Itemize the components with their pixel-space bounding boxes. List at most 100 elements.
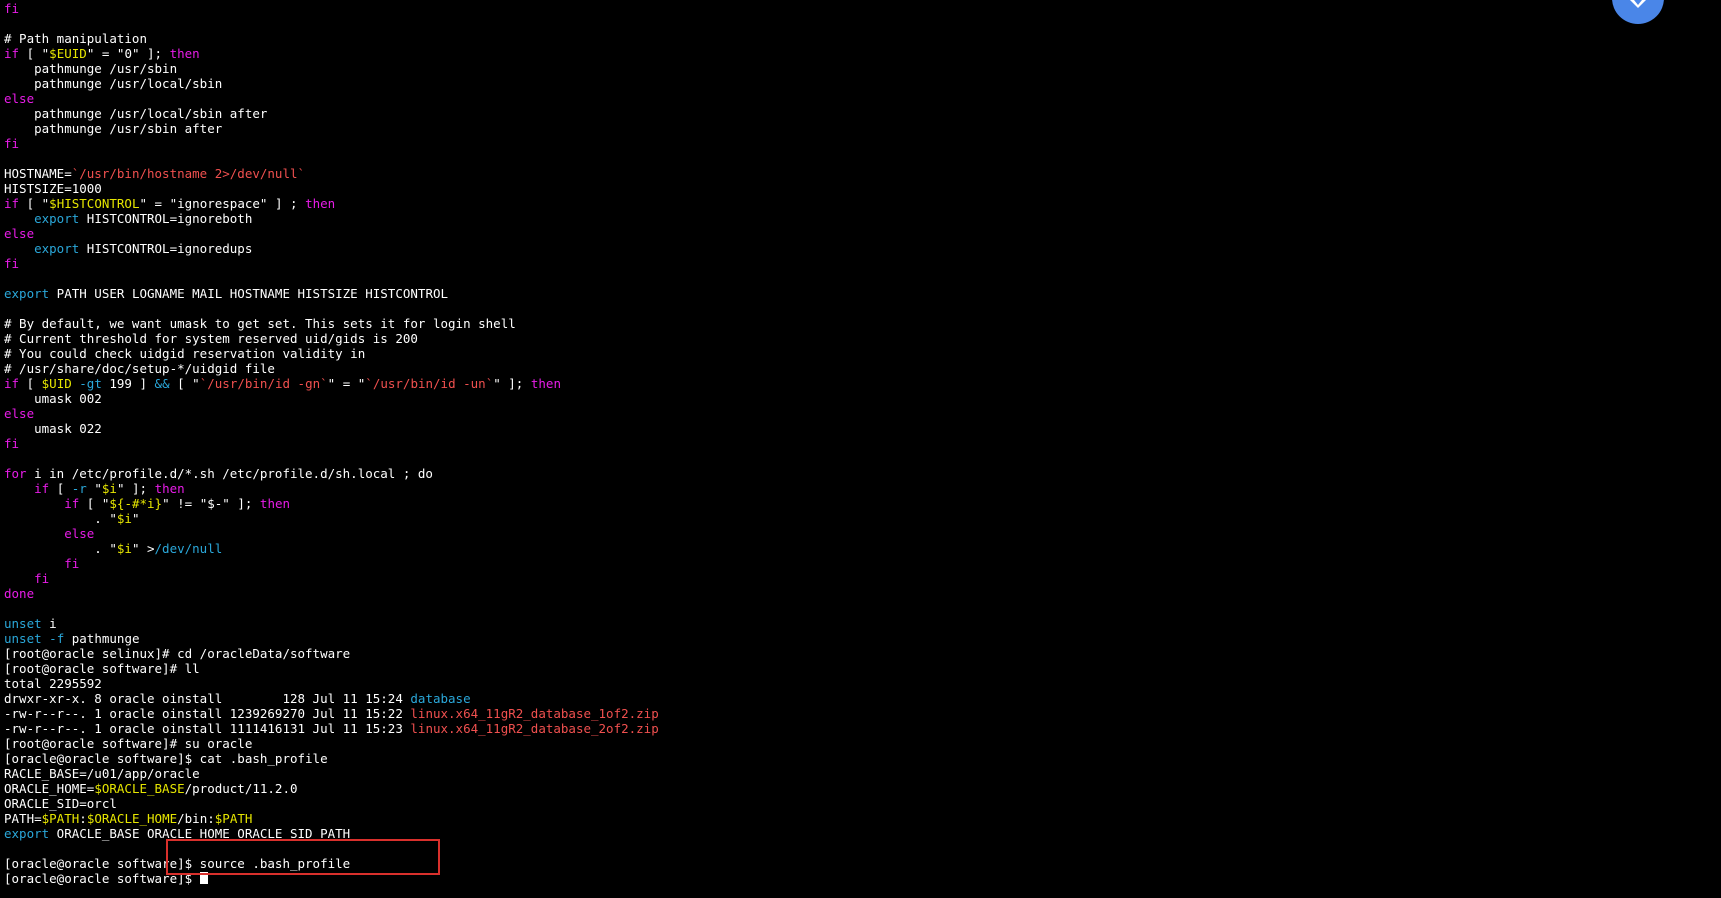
terminal-text-segment: " bbox=[131, 511, 140, 526]
terminal-text-segment: export bbox=[4, 826, 50, 841]
terminal-line: [oracle@oracle software]$ cat .bash_prof… bbox=[4, 751, 1704, 766]
terminal-line: done bbox=[4, 586, 1704, 601]
terminal-text-segment: [ " bbox=[19, 46, 50, 61]
terminal-text-segment: linux.x64_11gR2_database_1of2.zip bbox=[410, 706, 659, 721]
terminal-text-segment: 199 ] bbox=[101, 376, 155, 391]
terminal-text-segment: done bbox=[4, 586, 35, 601]
terminal-text-segment: else bbox=[64, 526, 95, 541]
terminal-text-segment: fi bbox=[4, 136, 20, 151]
terminal-text-segment: pathmunge /usr/local/sbin bbox=[4, 76, 223, 91]
terminal-text-segment: fi bbox=[34, 571, 50, 586]
terminal-line: pathmunge /usr/sbin after bbox=[4, 121, 1704, 136]
terminal-text-segment: umask 002 bbox=[4, 391, 102, 406]
terminal-text-segment: unset bbox=[4, 631, 42, 646]
terminal-text-segment: HOSTNAME= bbox=[4, 166, 72, 181]
terminal-text-segment: " = " bbox=[327, 376, 366, 391]
terminal-text-segment: if bbox=[4, 46, 20, 61]
terminal-text-segment: i in /etc/profile.d/*.sh /etc/profile.d/… bbox=[26, 466, 433, 481]
terminal-text-segment: else bbox=[4, 406, 35, 421]
terminal-text-segment: [ " bbox=[169, 376, 200, 391]
terminal-line: export HISTCONTROL=ignoredups bbox=[4, 241, 1704, 256]
terminal-line: if [ "${-#*i}" != "$-" ]; then bbox=[4, 496, 1704, 511]
terminal-text-segment: " > bbox=[131, 541, 155, 556]
terminal-text-segment: -f bbox=[49, 631, 65, 646]
terminal-line: RACLE_BASE=/u01/app/oracle bbox=[4, 766, 1704, 781]
terminal-text-segment: $ORACLE_HOME bbox=[86, 811, 178, 826]
terminal-line: HOSTNAME=`/usr/bin/hostname 2>/dev/null` bbox=[4, 166, 1704, 181]
terminal-text-segment: pathmunge /usr/sbin after bbox=[4, 121, 223, 136]
terminal-text-segment: else bbox=[4, 91, 35, 106]
terminal-line: -rw-r--r--. 1 oracle oinstall 1239269270… bbox=[4, 706, 1704, 721]
terminal-text-segment: fi bbox=[4, 256, 20, 271]
terminal-text-segment: fi bbox=[4, 1, 20, 16]
terminal-text-segment: # You could check uidgid reservation val… bbox=[4, 346, 366, 361]
terminal-line: . "$i" bbox=[4, 511, 1704, 526]
terminal-line: if [ "$EUID" = "0" ]; then bbox=[4, 46, 1704, 61]
terminal-text-segment: pathmunge bbox=[64, 631, 140, 646]
terminal-line: else bbox=[4, 91, 1704, 106]
terminal-text-segment: " = "0" ]; bbox=[86, 46, 170, 61]
terminal-text-segment: $PATH bbox=[41, 811, 80, 826]
terminal-text-segment: [ " bbox=[19, 196, 50, 211]
terminal-text-segment: $i bbox=[116, 511, 132, 526]
terminal-text-segment: HISTCONTROL=ignoreboth bbox=[79, 211, 253, 226]
terminal-text-segment: -rw-r--r--. 1 oracle oinstall 1111416131… bbox=[4, 721, 411, 736]
terminal-line: unset -f pathmunge bbox=[4, 631, 1704, 646]
terminal-text-segment: `/usr/bin/id -un` bbox=[365, 376, 494, 391]
terminal-line: fi bbox=[4, 436, 1704, 451]
terminal-line: ORACLE_HOME=$ORACLE_BASE/product/11.2.0 bbox=[4, 781, 1704, 796]
terminal-line: [root@oracle software]# ll bbox=[4, 661, 1704, 676]
terminal-text-segment: # Path manipulation bbox=[4, 31, 147, 46]
terminal-line: fi bbox=[4, 256, 1704, 271]
terminal-text-segment: /bin: bbox=[177, 811, 215, 826]
terminal-line: PATH=$PATH:$ORACLE_HOME/bin:$PATH bbox=[4, 811, 1704, 826]
terminal-text-segment: /dev/null bbox=[154, 541, 223, 556]
terminal-text-segment: $i bbox=[116, 541, 132, 556]
terminal-text-segment: $HISTCONTROL bbox=[49, 196, 140, 211]
terminal-text-segment: [ bbox=[19, 376, 42, 391]
terminal-text-segment: i bbox=[41, 616, 57, 631]
terminal-line: for i in /etc/profile.d/*.sh /etc/profil… bbox=[4, 466, 1704, 481]
terminal-text-segment: for bbox=[4, 466, 27, 481]
terminal-text-segment: fi bbox=[4, 436, 20, 451]
terminal-text-segment: [root@oracle software]# ll bbox=[4, 661, 200, 676]
terminal-text-segment: [ bbox=[49, 481, 72, 496]
terminal-text-segment: if bbox=[34, 481, 50, 496]
terminal-text-segment: linux.x64_11gR2_database_2of2.zip bbox=[410, 721, 659, 736]
terminal-text-segment: export bbox=[4, 286, 50, 301]
terminal-line: # Current threshold for system reserved … bbox=[4, 331, 1704, 346]
terminal-text-segment: total 2295592 bbox=[4, 676, 102, 691]
terminal-output[interactable]: fi # Path manipulation if [ "$EUID" = "0" … bbox=[4, 1, 1704, 897]
terminal-text-segment: export bbox=[34, 241, 80, 256]
terminal-text-segment: then bbox=[169, 46, 200, 61]
terminal-text-segment: HISTSIZE=1000 bbox=[4, 181, 102, 196]
terminal-text-segment: " bbox=[86, 481, 102, 496]
terminal-line: if [ $UID -gt 199 ] && [ "`/usr/bin/id -… bbox=[4, 376, 1704, 391]
terminal-text-segment: pathmunge /usr/local/sbin after bbox=[4, 106, 268, 121]
terminal-text-segment: ${-#*i} bbox=[109, 496, 163, 511]
terminal-line: pathmunge /usr/sbin bbox=[4, 61, 1704, 76]
terminal-line: else bbox=[4, 406, 1704, 421]
terminal-line: fi bbox=[4, 571, 1704, 586]
terminal-text-segment: if bbox=[4, 376, 20, 391]
terminal-text-segment: $UID bbox=[41, 376, 72, 391]
terminal-line: . "$i" >/dev/null bbox=[4, 541, 1704, 556]
terminal-text-segment: /product/11.2.0 bbox=[184, 781, 298, 796]
terminal-text-segment: # /usr/share/doc/setup-*/uidgid file bbox=[4, 361, 275, 376]
terminal-text-segment: umask 022 bbox=[4, 421, 102, 436]
terminal-text-segment: PATH USER LOGNAME MAIL HOSTNAME HISTSIZE… bbox=[49, 286, 449, 301]
terminal-line: drwxr-xr-x. 8 oracle oinstall 128 Jul 11… bbox=[4, 691, 1704, 706]
terminal-text-segment: ORACLE_SID=orcl bbox=[4, 796, 117, 811]
terminal-line: else bbox=[4, 526, 1704, 541]
terminal-line: ORACLE_SID=orcl bbox=[4, 796, 1704, 811]
terminal-text-segment: then bbox=[305, 196, 336, 211]
terminal-text-segment: HISTCONTROL=ignoredups bbox=[79, 241, 253, 256]
terminal-line: # /usr/share/doc/setup-*/uidgid file bbox=[4, 361, 1704, 376]
